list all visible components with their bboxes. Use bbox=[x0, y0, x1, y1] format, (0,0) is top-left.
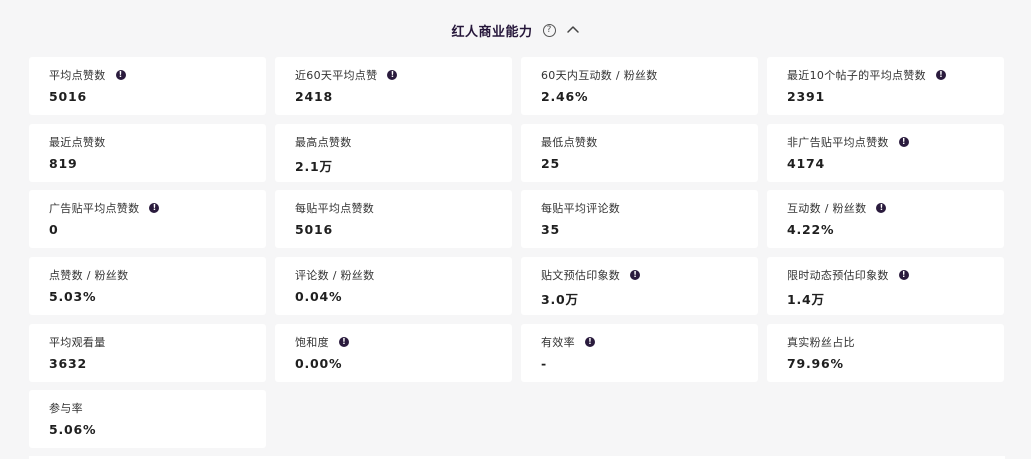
metric-label-row: 参与率 bbox=[49, 400, 246, 416]
metric-card: 最近点赞数 819 bbox=[29, 123, 266, 182]
metric-label-row: 非广告贴平均点赞数! bbox=[787, 134, 984, 150]
metric-label: 最低点赞数 bbox=[541, 135, 598, 149]
section-title: 红人商业能力 bbox=[451, 24, 533, 40]
metric-card: 点赞数 / 粉丝数 5.03% bbox=[29, 257, 266, 316]
info-icon[interactable]: ! bbox=[935, 70, 946, 80]
metric-label: 平均点赞数 bbox=[49, 69, 106, 82]
metric-label-row: 真实粉丝占比 bbox=[787, 334, 984, 350]
metric-card: 广告贴平均点赞数! 0 bbox=[29, 190, 266, 249]
metric-label-row: 平均观看量 bbox=[49, 334, 246, 350]
metric-value: 819 bbox=[49, 155, 78, 171]
metric-value: 2418 bbox=[295, 89, 333, 104]
metric-label: 近60天平均点赞 bbox=[295, 69, 378, 82]
metric-label-row: 饱和度! bbox=[295, 334, 492, 350]
metric-card: 60天内互动数 / 粉丝数 2.46% bbox=[521, 57, 758, 115]
info-icon[interactable]: ! bbox=[898, 270, 909, 281]
metric-value: 5.03% bbox=[49, 289, 97, 305]
metric-label-row: 每贴平均点赞数 bbox=[295, 200, 492, 216]
metric-card: 贴文预估印象数! 3.0万 bbox=[521, 257, 758, 316]
info-icon[interactable]: ! bbox=[876, 203, 887, 214]
metric-value: 5016 bbox=[295, 222, 333, 238]
metric-value: 4.22% bbox=[787, 222, 835, 238]
metric-label: 最近点赞数 bbox=[49, 135, 106, 149]
info-icon[interactable]: ! bbox=[630, 270, 641, 281]
metric-value: 2391 bbox=[787, 89, 825, 104]
metric-card: 平均点赞数! 5016 bbox=[29, 57, 266, 115]
metric-label-row: 每贴平均评论数 bbox=[541, 200, 738, 216]
metric-value: 35 bbox=[541, 222, 560, 238]
metric-card: 互动数 / 粉丝数! 4.22% bbox=[767, 190, 1004, 249]
metric-label-row: 评论数 / 粉丝数 bbox=[295, 267, 492, 283]
metric-label: 点赞数 / 粉丝数 bbox=[49, 269, 129, 283]
info-icon[interactable]: ! bbox=[898, 136, 909, 147]
metric-card: 最低点赞数 25 bbox=[521, 123, 758, 182]
chevron-up-icon[interactable] bbox=[566, 23, 580, 37]
metric-value: 0.04% bbox=[295, 289, 343, 305]
metric-label-row: 近60天平均点赞! bbox=[295, 67, 492, 83]
metric-label: 非广告贴平均点赞数 bbox=[787, 135, 889, 149]
metric-label-row: 点赞数 / 粉丝数 bbox=[49, 267, 246, 283]
metric-label: 真实粉丝占比 bbox=[787, 335, 855, 349]
metric-label-row: 60天内互动数 / 粉丝数 bbox=[541, 67, 738, 83]
metric-label-row: 最高点赞数 bbox=[295, 134, 492, 150]
metric-value: 4174 bbox=[787, 155, 825, 171]
metric-label: 限时动态预估印象数 bbox=[787, 269, 889, 283]
metric-card: 真实粉丝占比 79.96% bbox=[767, 323, 1004, 382]
metric-value: 2.1万 bbox=[295, 158, 333, 174]
section-header: 红人商业能力 ? bbox=[0, 18, 1031, 42]
metric-label-row: 有效率! bbox=[541, 334, 738, 350]
metric-label-row: 互动数 / 粉丝数! bbox=[787, 200, 984, 216]
info-icon[interactable]: ! bbox=[338, 336, 349, 347]
metric-label: 饱和度 bbox=[295, 335, 329, 349]
metric-card: 有效率! - bbox=[521, 323, 758, 382]
metric-value: 79.96% bbox=[787, 355, 844, 371]
metric-label: 有效率 bbox=[541, 335, 575, 349]
metric-label-row: 贴文预估印象数! bbox=[541, 267, 738, 283]
metric-label: 每贴平均点赞数 bbox=[295, 202, 375, 216]
metric-grid: 平均点赞数! 5016 近60天平均点赞! 2418 60天内互动数 / 粉丝数 2.46… bbox=[29, 57, 1004, 449]
metric-value: 0.00% bbox=[295, 355, 343, 371]
metric-label-row: 最近10个帖子的平均点赞数! bbox=[787, 67, 984, 83]
metric-card: 每贴平均点赞数 5016 bbox=[275, 190, 512, 249]
metric-value: 3632 bbox=[49, 355, 87, 371]
metric-label-row: 广告贴平均点赞数! bbox=[49, 200, 246, 216]
metric-label: 广告贴平均点赞数 bbox=[49, 202, 140, 216]
metric-value: 5.06% bbox=[49, 422, 97, 438]
metric-label: 每贴平均评论数 bbox=[541, 202, 621, 216]
metric-value: 3.0万 bbox=[541, 292, 579, 308]
metric-card: 参与率 5.06% bbox=[29, 390, 266, 449]
metric-label-row: 最近点赞数 bbox=[49, 134, 246, 150]
metric-label: 平均观看量 bbox=[49, 335, 106, 349]
metric-label: 最近10个帖子的平均点赞数 bbox=[787, 69, 926, 82]
metric-label: 贴文预估印象数 bbox=[541, 269, 621, 283]
metric-value: 1.4万 bbox=[787, 292, 825, 308]
metric-card: 最高点赞数 2.1万 bbox=[275, 123, 512, 182]
metric-card: 饱和度! 0.00% bbox=[275, 323, 512, 382]
info-icon[interactable]: ! bbox=[149, 203, 160, 214]
help-icon[interactable]: ? bbox=[542, 23, 556, 37]
metric-label-row: 限时动态预估印象数! bbox=[787, 267, 984, 283]
metric-card: 平均观看量 3632 bbox=[29, 323, 266, 382]
metric-label: 参与率 bbox=[49, 402, 83, 416]
metric-card: 限时动态预估印象数! 1.4万 bbox=[767, 257, 1004, 316]
info-icon[interactable]: ! bbox=[584, 336, 595, 347]
metric-value: 25 bbox=[541, 155, 560, 171]
metric-value: 2.46% bbox=[541, 89, 589, 104]
metric-label: 互动数 / 粉丝数 bbox=[787, 202, 867, 216]
metric-card: 最近10个帖子的平均点赞数! 2391 bbox=[767, 57, 1004, 115]
info-icon[interactable]: ! bbox=[115, 70, 126, 80]
metric-card: 近60天平均点赞! 2418 bbox=[275, 57, 512, 115]
metric-value: - bbox=[541, 355, 547, 371]
metric-card: 每贴平均评论数 35 bbox=[521, 190, 758, 249]
metric-card: 评论数 / 粉丝数 0.04% bbox=[275, 257, 512, 316]
metric-label-row: 平均点赞数! bbox=[49, 67, 246, 83]
metric-card: 非广告贴平均点赞数! 4174 bbox=[767, 123, 1004, 182]
metric-label: 最高点赞数 bbox=[295, 135, 352, 149]
metric-label: 评论数 / 粉丝数 bbox=[295, 269, 375, 283]
metric-label-row: 最低点赞数 bbox=[541, 134, 738, 150]
metric-label: 60天内互动数 / 粉丝数 bbox=[541, 69, 658, 82]
metric-value: 0 bbox=[49, 222, 59, 238]
info-icon[interactable]: ! bbox=[387, 70, 398, 80]
metric-value: 5016 bbox=[49, 89, 87, 104]
